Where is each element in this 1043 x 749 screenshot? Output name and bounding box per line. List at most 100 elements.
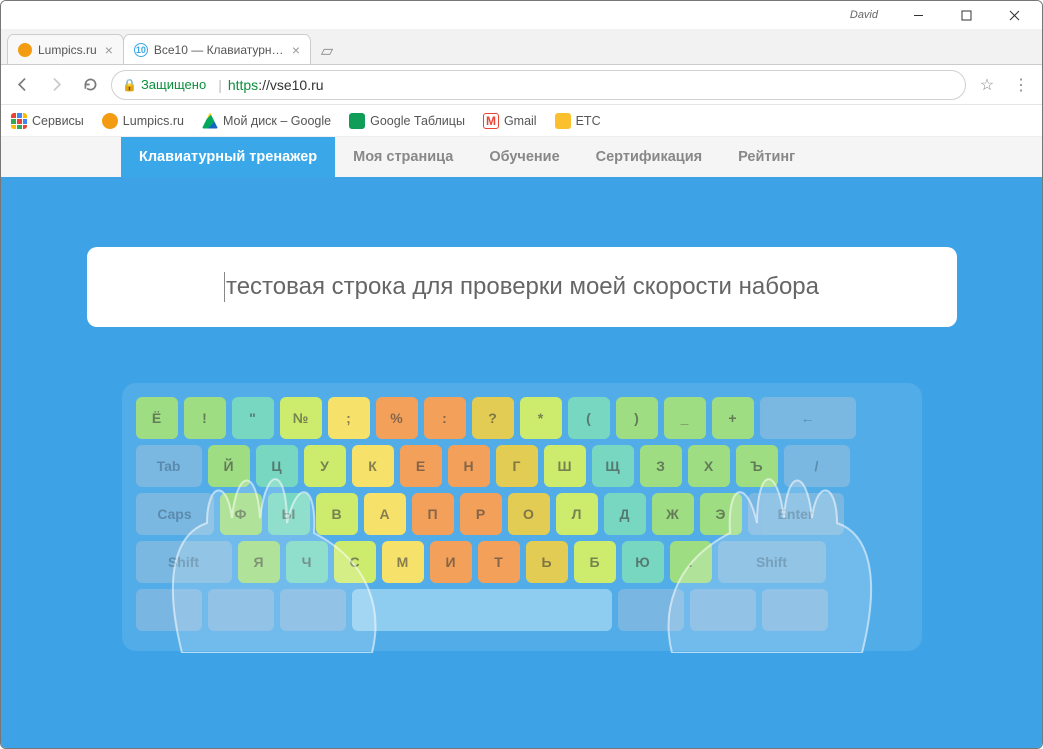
key-*[interactable]: * (520, 397, 562, 439)
minimize-button[interactable] (896, 2, 940, 28)
key-/[interactable]: / (784, 445, 850, 487)
key-Р[interactable]: Р (460, 493, 502, 535)
nav-item-rating[interactable]: Рейтинг (720, 137, 813, 177)
nav-item-learning[interactable]: Обучение (471, 137, 577, 177)
key-П[interactable]: П (412, 493, 454, 535)
forward-button[interactable] (43, 72, 69, 98)
key-Н[interactable]: Н (448, 445, 490, 487)
key-Caps[interactable]: Caps (136, 493, 214, 535)
key-Ъ[interactable]: Ъ (736, 445, 778, 487)
virtual-keyboard: Ё!"№;%:?*()_+← TabЙЦУКЕНГШЩЗХЪ/ CapsФЫВА… (122, 383, 922, 651)
chrome-menu-icon[interactable]: ⋮ (1008, 75, 1034, 95)
key-Э[interactable]: Э (700, 493, 742, 535)
key-Т[interactable]: Т (478, 541, 520, 583)
key-К[interactable]: К (352, 445, 394, 487)
key-Shift[interactable]: Shift (136, 541, 232, 583)
key-Л[interactable]: Л (556, 493, 598, 535)
key-С[interactable]: С (334, 541, 376, 583)
sheets-icon (349, 113, 365, 129)
key-Ш[interactable]: Ш (544, 445, 586, 487)
key-№[interactable]: № (280, 397, 322, 439)
key-Ч[interactable]: Ч (286, 541, 328, 583)
folder-icon (555, 113, 571, 129)
key-←[interactable]: ← (760, 397, 856, 439)
key-Ы[interactable]: Ы (268, 493, 310, 535)
key-Е[interactable]: Е (400, 445, 442, 487)
key-М[interactable]: М (382, 541, 424, 583)
key-)[interactable]: ) (616, 397, 658, 439)
bookmark-item[interactable]: MGmail (483, 113, 537, 129)
nav-item-certification[interactable]: Сертификация (578, 137, 720, 177)
key-blank[interactable] (208, 589, 274, 631)
key-Х[interactable]: Х (688, 445, 730, 487)
window-titlebar: David (1, 1, 1042, 29)
key-blank[interactable] (136, 589, 202, 631)
key-blank[interactable] (690, 589, 756, 631)
key-З[interactable]: З (640, 445, 682, 487)
typing-prompt: тестовая строка для проверки моей скорос… (226, 273, 819, 301)
new-tab-button[interactable]: ▱ (314, 38, 340, 64)
page-content: Клавиатурный тренажер Моя страница Обуче… (1, 137, 1042, 748)
address-bar: 🔒 Защищено | https://vse10.ru ☆ ⋮ (1, 65, 1042, 105)
key-Ь[interactable]: Ь (526, 541, 568, 583)
chrome-window: David Lumpics.ru × 10 Все10 — Клавиатурн… (0, 0, 1043, 749)
key-+[interactable]: + (712, 397, 754, 439)
key-([interactable]: ( (568, 397, 610, 439)
key-У[interactable]: У (304, 445, 346, 487)
key-Ю[interactable]: Ю (622, 541, 664, 583)
bookmark-item[interactable]: Lumpics.ru (102, 113, 184, 129)
key-.[interactable]: . (670, 541, 712, 583)
key-blank[interactable] (280, 589, 346, 631)
key-blank[interactable] (762, 589, 828, 631)
nav-item-trainer[interactable]: Клавиатурный тренажер (121, 137, 335, 177)
maximize-button[interactable] (944, 2, 988, 28)
key-"[interactable]: " (232, 397, 274, 439)
key-Я[interactable]: Я (238, 541, 280, 583)
key-_[interactable]: _ (664, 397, 706, 439)
key-%[interactable]: % (376, 397, 418, 439)
profile-name[interactable]: David (850, 9, 878, 21)
key-?[interactable]: ? (472, 397, 514, 439)
reload-button[interactable] (77, 72, 103, 98)
tab-close-icon[interactable]: × (105, 42, 113, 58)
typing-input[interactable]: тестовая строка для проверки моей скорос… (87, 247, 957, 327)
key-:[interactable]: : (424, 397, 466, 439)
key-Д[interactable]: Д (604, 493, 646, 535)
bookmark-item[interactable]: Мой диск – Google (202, 113, 331, 129)
key-Shift[interactable]: Shift (718, 541, 826, 583)
apps-bookmark[interactable]: Сервисы (11, 113, 84, 129)
key-![interactable]: ! (184, 397, 226, 439)
key-Ж[interactable]: Ж (652, 493, 694, 535)
key-Enter[interactable]: Enter (748, 493, 844, 535)
key-;[interactable]: ; (328, 397, 370, 439)
nav-item-mypage[interactable]: Моя страница (335, 137, 471, 177)
key-В[interactable]: В (316, 493, 358, 535)
tab-title: Lumpics.ru (38, 43, 97, 57)
omnibox[interactable]: 🔒 Защищено | https://vse10.ru (111, 70, 966, 100)
key-blank[interactable] (618, 589, 684, 631)
back-button[interactable] (9, 72, 35, 98)
key-Й[interactable]: Й (208, 445, 250, 487)
tab-close-icon[interactable]: × (292, 42, 300, 58)
close-button[interactable] (992, 2, 1036, 28)
key-Tab[interactable]: Tab (136, 445, 202, 487)
bookmark-item[interactable]: ETC (555, 113, 601, 129)
key-О[interactable]: О (508, 493, 550, 535)
key-Ф[interactable]: Ф (220, 493, 262, 535)
key-Г[interactable]: Г (496, 445, 538, 487)
key-Щ[interactable]: Щ (592, 445, 634, 487)
favicon-icon: 10 (134, 43, 148, 57)
bookmark-star-icon[interactable]: ☆ (974, 75, 1000, 95)
key-Ц[interactable]: Ц (256, 445, 298, 487)
browser-tab-active[interactable]: 10 Все10 — Клавиатурный × (123, 34, 311, 64)
key-И[interactable]: И (430, 541, 472, 583)
key-Ё[interactable]: Ё (136, 397, 178, 439)
key-blank[interactable] (352, 589, 612, 631)
browser-tab-strip: Lumpics.ru × 10 Все10 — Клавиатурный × ▱ (1, 29, 1042, 65)
key-Б[interactable]: Б (574, 541, 616, 583)
favicon-icon (102, 113, 118, 129)
browser-tab[interactable]: Lumpics.ru × (7, 34, 124, 64)
bookmark-item[interactable]: Google Таблицы (349, 113, 465, 129)
site-nav: Клавиатурный тренажер Моя страница Обуче… (1, 137, 1042, 177)
key-А[interactable]: А (364, 493, 406, 535)
